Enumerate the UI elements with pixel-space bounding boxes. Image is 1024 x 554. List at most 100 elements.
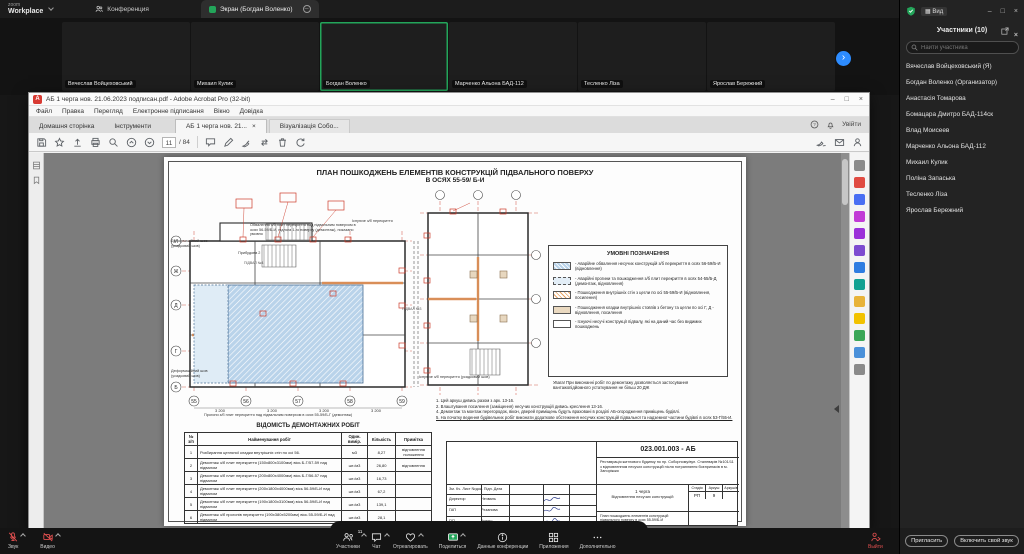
video-tile[interactable]: B Вячеслав Войцеховський — [62, 22, 190, 91]
video-tile[interactable]: A Марченко Альона БАД-112 — [449, 22, 577, 91]
acrobat-tool-icon[interactable] — [854, 364, 865, 375]
video-tile[interactable]: Богдан Воленко Богдан Воленко — [320, 22, 448, 91]
tab-meeting[interactable]: Конференция — [87, 0, 157, 18]
acrobat-tool-icon[interactable] — [854, 177, 865, 188]
acrobat-tool-icon[interactable] — [854, 279, 865, 290]
participant-row[interactable]: А Марченко Альона БАД-112 — [900, 138, 1024, 154]
search-icon[interactable] — [108, 137, 119, 148]
export-icon[interactable] — [259, 137, 270, 148]
acrobat-tool-icon[interactable] — [854, 228, 865, 239]
acrobat-tool-icon[interactable] — [854, 245, 865, 256]
maximize-button[interactable]: □ — [845, 96, 849, 103]
panel-collapse-icon[interactable] — [834, 405, 839, 413]
chevron-up-icon[interactable] — [55, 533, 61, 539]
react-button[interactable]: Отреагировать — [393, 531, 428, 550]
tab-home[interactable]: Домашня сторінка — [29, 120, 104, 133]
video-button[interactable]: Видео — [40, 531, 55, 550]
participant-row[interactable]: Я Ярослав Бережний — [900, 202, 1024, 218]
video-tile[interactable]: Тесленко Ліза Тесленко Ліза — [578, 22, 706, 91]
next-participants-button[interactable]: › — [836, 51, 851, 66]
sign-icon[interactable] — [241, 137, 252, 148]
menu-item[interactable]: Електронне підписання — [133, 108, 204, 115]
minimize-button[interactable]: – — [831, 96, 835, 103]
search-input[interactable] — [921, 45, 1011, 51]
bookmarks-icon[interactable] — [32, 176, 41, 185]
help-icon[interactable]: ? — [810, 120, 819, 129]
participant-row[interactable]: Б Бомацара Дмитро БАД-114ск — [900, 106, 1024, 122]
bell-icon[interactable] — [826, 120, 835, 129]
apps-button[interactable]: Приложения — [539, 531, 568, 550]
scrollbar-thumb[interactable] — [842, 159, 848, 205]
page-number-input[interactable]: 11 — [162, 137, 176, 148]
acrobat-tool-icon[interactable] — [854, 160, 865, 171]
envelope-icon[interactable] — [834, 137, 845, 148]
chevron-up-icon[interactable] — [384, 533, 390, 539]
share-up-icon[interactable] — [72, 137, 83, 148]
trash-icon[interactable] — [277, 137, 288, 148]
video-tile[interactable]: Ярослав Береж... Ярослав Бережний — [707, 22, 835, 91]
unmute-button[interactable]: Включить свой звук — [954, 535, 1019, 547]
view-button[interactable]: ▦ Вид — [921, 7, 947, 16]
participant-row[interactable]: Б Богдан Воленко (Организатор) — [900, 74, 1024, 90]
participant-search[interactable] — [906, 41, 1019, 54]
participant-name: Тесленко Ліза — [584, 81, 620, 87]
chat-button[interactable]: Чат — [371, 531, 382, 550]
acrobat-tool-icon[interactable] — [854, 211, 865, 222]
pencil-icon[interactable] — [223, 137, 234, 148]
audio-button[interactable]: Звук — [8, 531, 18, 550]
share-button[interactable]: Поделиться — [439, 531, 467, 550]
chevron-up-icon[interactable] — [418, 533, 424, 539]
leave-button[interactable]: Выйти — [868, 531, 883, 550]
comment-icon[interactable] — [205, 137, 216, 148]
meeting-info-button[interactable]: Данные конференции — [477, 531, 528, 550]
acrobat-tool-icon[interactable] — [854, 194, 865, 205]
more-button[interactable]: Дополнительно — [580, 531, 616, 550]
participant-row[interactable]: Т Тесленко Ліза — [900, 186, 1024, 202]
acrobat-tool-icon[interactable] — [854, 296, 865, 307]
menu-item[interactable]: Вікно — [214, 108, 230, 115]
participants-button[interactable]: 11 Участники — [336, 531, 360, 550]
menu-item[interactable]: Файл — [36, 108, 52, 115]
sign-in-button[interactable]: Увійти — [842, 121, 861, 128]
print-icon[interactable] — [90, 137, 101, 148]
maximize-button[interactable]: □ — [1001, 8, 1005, 15]
invite-button[interactable]: Пригласить — [905, 535, 948, 547]
participant-row[interactable]: П Поліна Запаська — [900, 170, 1024, 186]
signature-icon[interactable] — [816, 137, 827, 148]
rotate-icon[interactable] — [295, 137, 306, 148]
tab-document-2[interactable]: Візуалізація Собо... — [269, 119, 350, 133]
page-down-icon[interactable] — [144, 137, 155, 148]
chevron-down-icon[interactable] — [48, 5, 54, 11]
account-icon[interactable] — [852, 137, 863, 148]
menu-item[interactable]: Довідка — [240, 108, 263, 115]
acrobat-tool-icon[interactable] — [854, 262, 865, 273]
acrobat-tool-icon[interactable] — [854, 330, 865, 341]
chevron-up-icon[interactable] — [362, 533, 368, 539]
pop-out-icon[interactable] — [1001, 27, 1009, 35]
star-icon[interactable] — [54, 137, 65, 148]
page-thumbnails-icon[interactable] — [32, 161, 41, 170]
vertical-scrollbar[interactable] — [841, 153, 849, 528]
acrobat-tool-icon[interactable] — [854, 347, 865, 358]
video-tile[interactable]: Михаил Кулик — [191, 22, 319, 91]
acrobat-tool-icon[interactable] — [854, 313, 865, 324]
close-tab-icon[interactable]: × — [252, 123, 256, 130]
chevron-up-icon[interactable] — [460, 533, 466, 539]
close-button[interactable]: × — [859, 96, 863, 103]
chevron-up-icon[interactable] — [20, 533, 26, 539]
participant-row[interactable]: Михаил Кулик — [900, 154, 1024, 170]
minimize-tab-icon[interactable]: – — [303, 5, 311, 13]
menu-item[interactable]: Правка — [62, 108, 84, 115]
tab-document-active[interactable]: АБ 1 черга нов. 21... × — [175, 119, 267, 133]
participant-row[interactable]: Анастасія Томарова — [900, 90, 1024, 106]
tab-screen-share[interactable]: Экран (Богдан Воленко) – — [201, 0, 319, 18]
tab-tools[interactable]: Інструменти — [104, 120, 161, 133]
security-shield-icon[interactable] — [906, 6, 916, 16]
participant-row[interactable]: В Влад Моисеев — [900, 122, 1024, 138]
minimize-button[interactable]: – — [988, 8, 992, 15]
participant-row[interactable]: В Вячеслав Войцеховський (Я) — [900, 58, 1024, 74]
close-button[interactable]: × — [1014, 8, 1018, 15]
menu-item[interactable]: Перегляд — [94, 108, 123, 115]
save-icon[interactable] — [36, 137, 47, 148]
page-up-icon[interactable] — [126, 137, 137, 148]
